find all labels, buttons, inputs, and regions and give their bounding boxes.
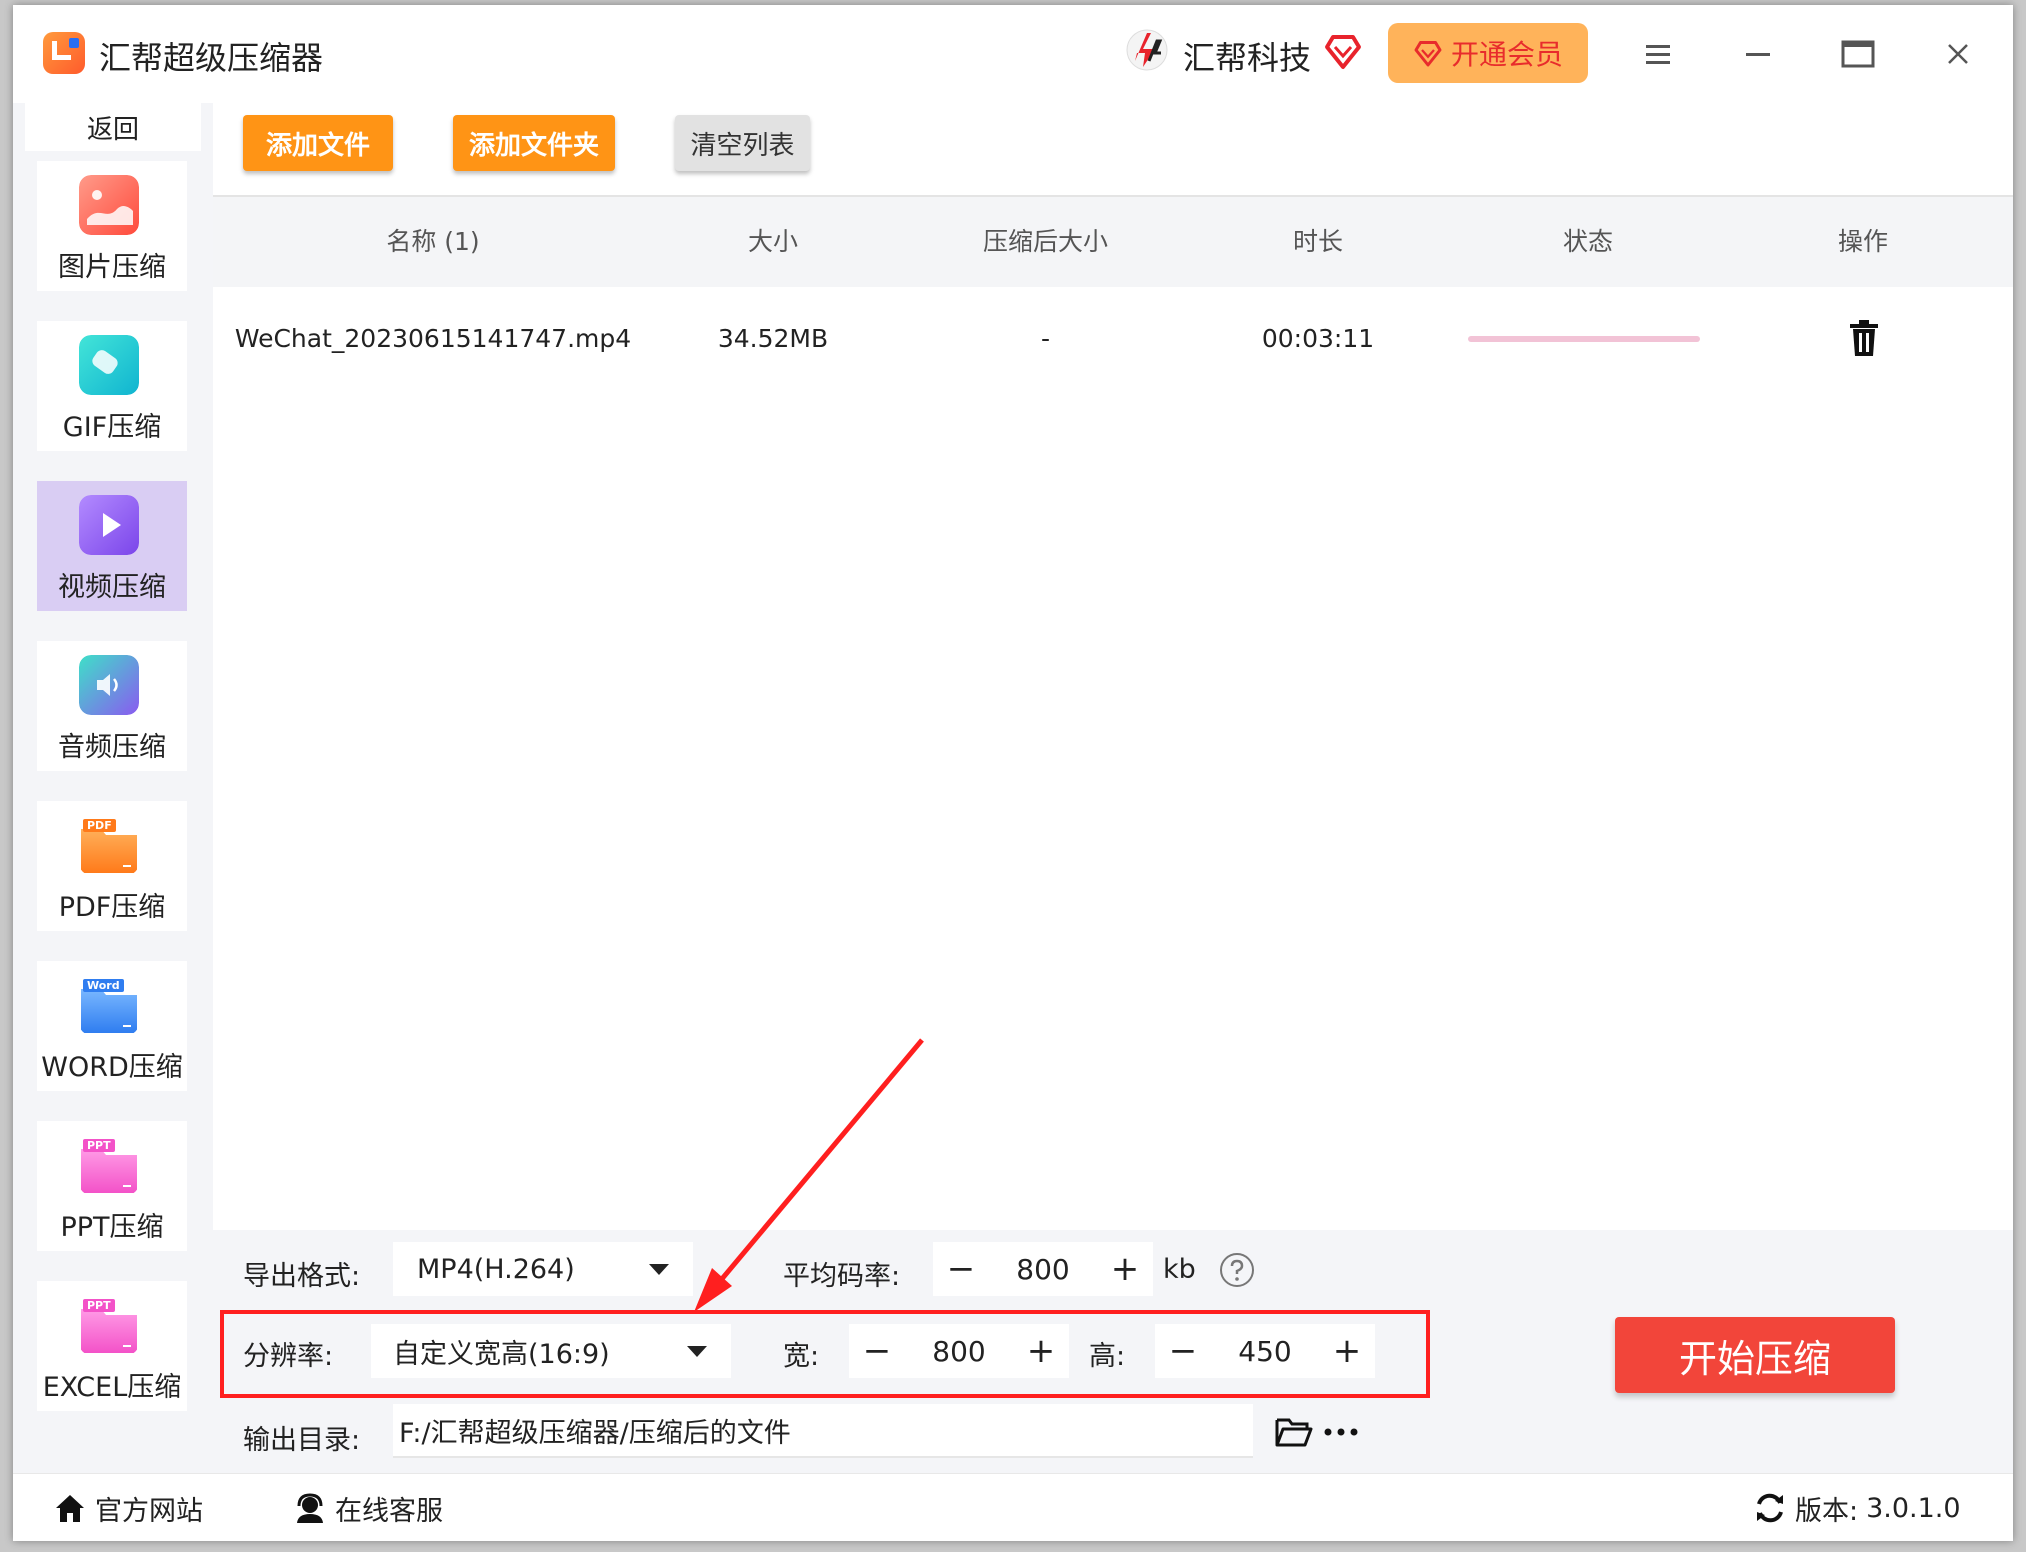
sidebar-item-ppt[interactable]: PPT PPT压缩 — [37, 1121, 187, 1251]
version-value: 3.0.1.0 — [1866, 1492, 1961, 1524]
compressed-size-cell: - — [1040, 324, 1051, 353]
title-bar: 汇帮超级压缩器 汇帮科技 开通会员 — [13, 5, 2013, 103]
diamond-heart-icon — [1414, 41, 1442, 67]
chevron-down-icon — [649, 1263, 669, 1275]
sidebar-item-label: 图片压缩 — [58, 252, 166, 283]
table-empty-area — [213, 391, 2013, 1230]
online-support-link[interactable]: 在线客服 — [293, 1488, 443, 1528]
excel-badge: PPT — [83, 1299, 115, 1312]
bitrate-unit: kb — [1163, 1254, 1196, 1285]
sidebar: 返回 图片压缩 GIF压缩 视频压缩 音频压缩 PDF PDF压缩 Word W… — [13, 103, 213, 1473]
folder-open-icon[interactable] — [1275, 1416, 1313, 1448]
minimize-button[interactable] — [1728, 27, 1788, 81]
format-select[interactable]: MP4(H.264) — [393, 1242, 693, 1296]
status-progress-bar — [1468, 336, 1700, 342]
sidebar-item-pdf[interactable]: PDF PDF压缩 — [37, 801, 187, 931]
refresh-icon — [1757, 1493, 1783, 1523]
trash-icon[interactable] — [1848, 319, 1880, 357]
footer: 官方网站 在线客服 版本: 3.0.1.0 — [13, 1473, 2013, 1541]
file-table: 名称 (1) 大小 压缩后大小 时长 状态 操作 WeChat_20230615… — [213, 195, 2013, 1230]
close-button[interactable] — [1928, 27, 1988, 81]
settings-panel: 导出格式: MP4(H.264) 平均码率: − 800 + kb 分辨率: 自… — [213, 1230, 2013, 1473]
gif-icon — [79, 335, 139, 395]
menu-button[interactable] — [1628, 27, 1688, 81]
bitrate-decrease-button[interactable]: − — [933, 1242, 989, 1296]
back-button[interactable]: 返回 — [25, 103, 201, 151]
ppt-badge: PPT — [83, 1139, 115, 1152]
column-header-size: 大小 — [747, 227, 798, 256]
duration-cell: 00:03:11 — [1261, 324, 1375, 353]
sidebar-item-label: 视频压缩 — [58, 572, 166, 603]
headset-icon — [297, 1493, 323, 1523]
version-label: 版本: — [1795, 1495, 1859, 1527]
sidebar-item-excel[interactable]: PPT EXCEL压缩 — [37, 1281, 187, 1411]
sidebar-item-label: WORD压缩 — [41, 1052, 183, 1083]
file-size-cell: 34.52MB — [717, 324, 829, 353]
toolbar: 添加文件 添加文件夹 清空列表 — [213, 103, 2013, 195]
image-icon — [79, 175, 139, 235]
format-value: MP4(H.264) — [417, 1253, 575, 1285]
maximize-icon — [1841, 40, 1875, 68]
column-header-status: 状态 — [1562, 227, 1613, 256]
output-dir-label: 输出目录: — [243, 1425, 361, 1456]
video-play-icon — [79, 495, 139, 555]
brand-name: 汇帮科技 — [1183, 39, 1312, 77]
sidebar-item-label: GIF压缩 — [62, 412, 162, 443]
official-website-label: 官方网站 — [95, 1495, 203, 1527]
home-icon — [56, 1495, 84, 1522]
audio-icon — [79, 655, 139, 715]
hamburger-menu-icon — [1646, 45, 1670, 64]
pdf-badge: PDF — [83, 819, 116, 832]
app-title: 汇帮超级压缩器 — [99, 39, 324, 77]
sidebar-item-gif[interactable]: GIF压缩 — [37, 321, 187, 451]
sidebar-item-label: EXCEL压缩 — [42, 1372, 182, 1403]
sidebar-item-label: PDF压缩 — [58, 892, 166, 923]
sidebar-item-audio[interactable]: 音频压缩 — [37, 641, 187, 771]
column-header-action: 操作 — [1837, 227, 1888, 256]
column-header-name: 名称 (1) — [386, 227, 480, 256]
maximize-button[interactable] — [1828, 27, 1888, 81]
sidebar-item-label: 音频压缩 — [58, 732, 166, 763]
column-header-duration: 时长 — [1292, 227, 1343, 256]
bitrate-increase-button[interactable]: + — [1097, 1242, 1153, 1296]
vip-button[interactable]: 开通会员 — [1388, 23, 1588, 83]
column-header-compressed-size: 压缩后大小 — [982, 227, 1108, 256]
add-file-button[interactable]: 添加文件 — [243, 115, 393, 171]
app-window: 汇帮超级压缩器 汇帮科技 开通会员 返回 图片压缩 GIF压缩 视频压缩 音频压… — [13, 5, 2013, 1541]
vip-label: 开通会员 — [1450, 38, 1563, 71]
bitrate-stepper: − 800 + — [933, 1242, 1153, 1296]
diamond-heart-icon — [1325, 35, 1361, 69]
table-header: 名称 (1) 大小 压缩后大小 时长 状态 操作 — [213, 195, 2013, 289]
format-label: 导出格式: — [243, 1261, 361, 1292]
app-logo-icon — [43, 32, 85, 74]
official-website-link[interactable]: 官方网站 — [53, 1488, 203, 1528]
bitrate-label: 平均码率: — [783, 1261, 901, 1292]
close-icon — [1948, 44, 1968, 64]
file-name-cell: WeChat_20230615141747.mp4 — [234, 324, 632, 353]
output-dir-value: F:/汇帮超级压缩器/压缩后的文件 — [399, 1417, 791, 1449]
bitrate-input[interactable]: 800 — [1016, 1253, 1069, 1286]
online-support-label: 在线客服 — [335, 1495, 443, 1527]
sidebar-item-video[interactable]: 视频压缩 — [37, 481, 187, 611]
sidebar-item-image[interactable]: 图片压缩 — [37, 161, 187, 291]
clear-list-button[interactable]: 清空列表 — [675, 115, 810, 171]
more-options-icon[interactable] — [1323, 1426, 1359, 1438]
output-dir-input[interactable]: F:/汇帮超级压缩器/压缩后的文件 — [393, 1404, 1253, 1458]
add-folder-button[interactable]: 添加文件夹 — [453, 115, 615, 171]
help-icon[interactable] — [1219, 1252, 1255, 1288]
start-compress-button[interactable]: 开始压缩 — [1615, 1317, 1895, 1393]
table-row[interactable]: WeChat_20230615141747.mp4 34.52MB - 00:0… — [213, 287, 2013, 391]
resolution-highlight-box — [220, 1310, 1430, 1398]
brand-logo-icon — [1126, 29, 1168, 71]
minimize-icon — [1746, 53, 1770, 56]
sidebar-item-word[interactable]: Word WORD压缩 — [37, 961, 187, 1091]
word-badge: Word — [83, 979, 124, 992]
sidebar-item-label: PPT压缩 — [60, 1212, 164, 1243]
version-info[interactable]: 版本: 3.0.1.0 — [1753, 1488, 1961, 1528]
